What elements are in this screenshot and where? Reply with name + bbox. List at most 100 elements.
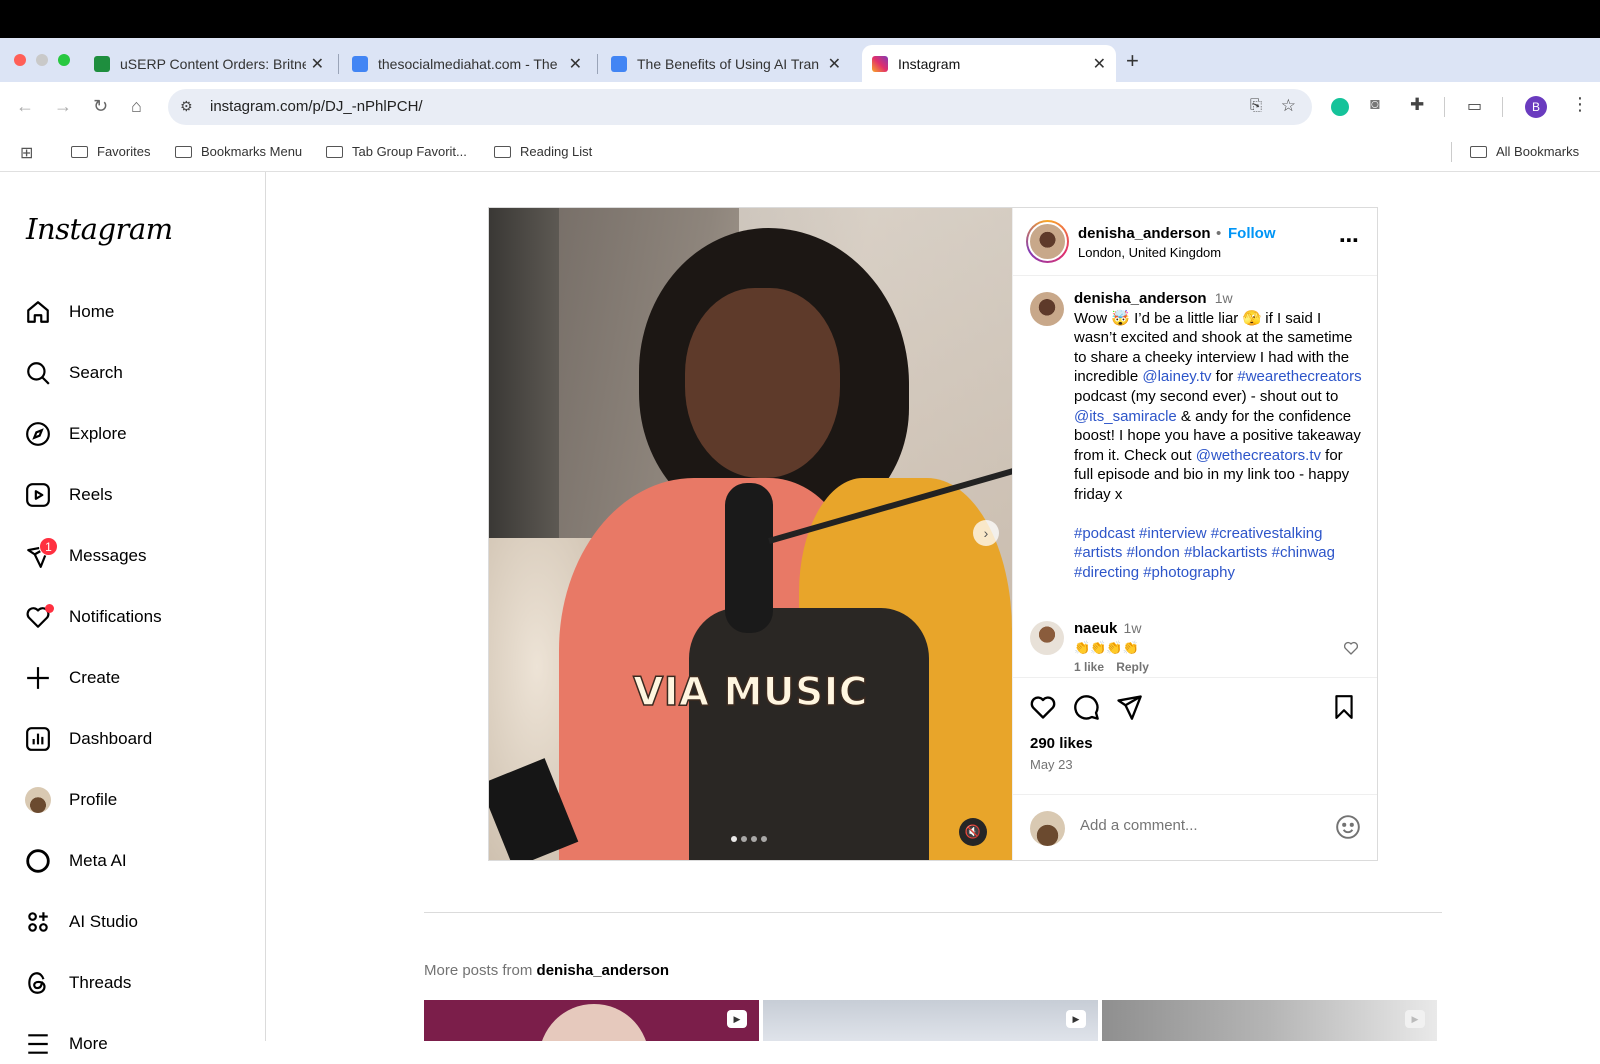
grammarly-icon[interactable] bbox=[1331, 98, 1349, 116]
post-date[interactable]: May 23 bbox=[1030, 757, 1073, 772]
reload-icon[interactable]: ↻ bbox=[93, 96, 108, 117]
mute-icon[interactable]: 🔇 bbox=[959, 818, 987, 846]
chart-icon bbox=[24, 725, 52, 753]
install-app-icon[interactable]: ⎘ bbox=[1250, 97, 1262, 114]
hashtag-link[interactable]: #wearethecreators bbox=[1237, 368, 1361, 385]
nav-threads[interactable]: Threads bbox=[24, 963, 131, 1003]
more-post-thumbnail[interactable]: ▶ bbox=[763, 1000, 1098, 1041]
bookmark-reading-list[interactable]: Reading List bbox=[494, 144, 592, 159]
more-options-icon[interactable]: ⋯ bbox=[1339, 228, 1360, 253]
bookmarks-bar: ⊞ Favorites Bookmarks Menu Tab Group Fav… bbox=[0, 132, 1600, 172]
tab-search-icon[interactable]: ▭ bbox=[1467, 96, 1482, 116]
share-icon[interactable] bbox=[1115, 693, 1143, 726]
caption-hashtags[interactable]: #podcast #interview #creativestalking #a… bbox=[1074, 524, 1362, 583]
plus-icon bbox=[24, 664, 52, 692]
camera-extension-icon[interactable]: ◙ bbox=[1370, 96, 1380, 114]
menu-icon bbox=[24, 1030, 52, 1058]
bookmark-label: Tab Group Favorit... bbox=[352, 144, 467, 159]
site-settings-icon[interactable]: ⚙ bbox=[180, 98, 193, 115]
new-tab-button[interactable]: + bbox=[1126, 48, 1139, 74]
post-actions: 290 likes May 23 bbox=[1013, 677, 1377, 787]
comment-like-icon[interactable] bbox=[1343, 640, 1359, 661]
nav-notifications[interactable]: Notifications bbox=[24, 597, 162, 637]
comment-username[interactable]: naeuk bbox=[1074, 620, 1117, 637]
nav-label: Explore bbox=[69, 424, 127, 443]
more-posts-username[interactable]: denisha_anderson bbox=[537, 962, 670, 979]
home-icon[interactable]: ⌂ bbox=[131, 96, 142, 117]
nav-search[interactable]: Search bbox=[24, 353, 123, 393]
more-posts-heading: More posts from denisha_anderson bbox=[424, 962, 669, 979]
comment-text: 👏👏👏👏 bbox=[1074, 640, 1139, 655]
forward-icon[interactable]: → bbox=[54, 96, 72, 117]
comment-reply[interactable]: Reply bbox=[1116, 660, 1149, 674]
nav-ai-studio[interactable]: AI Studio bbox=[24, 902, 138, 942]
bookmark-bookmarks-menu[interactable]: Bookmarks Menu bbox=[175, 144, 302, 159]
browser-tab-instagram[interactable]: Instagram ✕ bbox=[862, 45, 1116, 82]
post-video[interactable]: VIA MUSIC › 🔇 bbox=[489, 208, 1012, 860]
nav-create[interactable]: Create bbox=[24, 658, 120, 698]
caption-block: denisha_anderson 1w Wow 🤯 I’d be a littl… bbox=[1074, 289, 1362, 582]
browser-menu-icon[interactable]: ⋮ bbox=[1571, 94, 1589, 115]
comment-icon[interactable] bbox=[1072, 693, 1100, 726]
zoom-window-button[interactable] bbox=[58, 54, 70, 66]
url-text[interactable]: instagram.com/p/DJ_-nPhlPCH/ bbox=[210, 98, 423, 115]
caption-avatar[interactable] bbox=[1030, 292, 1064, 326]
nav-reels[interactable]: Reels bbox=[24, 475, 112, 515]
bookmark-tab-group[interactable]: Tab Group Favorit... bbox=[326, 144, 467, 159]
close-tab-icon[interactable]: ✕ bbox=[828, 54, 841, 74]
more-post-thumbnail[interactable]: ▶ bbox=[424, 1000, 759, 1041]
tab-title: The Benefits of Using AI Tran bbox=[637, 55, 820, 72]
like-icon[interactable] bbox=[1029, 693, 1057, 726]
author-username[interactable]: denisha_anderson bbox=[1078, 225, 1211, 242]
nav-profile[interactable]: Profile bbox=[24, 780, 117, 820]
caption-username[interactable]: denisha_anderson bbox=[1074, 290, 1207, 307]
comment-input[interactable] bbox=[1080, 817, 1310, 834]
follow-button[interactable]: Follow bbox=[1228, 225, 1276, 242]
home-icon bbox=[24, 298, 52, 326]
tab-strip: uSERP Content Orders: Britney ✕ thesocia… bbox=[0, 38, 1600, 82]
address-bar[interactable]: ⚙ instagram.com/p/DJ_-nPhlPCH/ ⎘ ☆ bbox=[168, 89, 1312, 125]
mention-link[interactable]: @wethecreators.tv bbox=[1196, 447, 1321, 464]
close-window-button[interactable] bbox=[14, 54, 26, 66]
close-tab-icon[interactable]: ✕ bbox=[569, 54, 582, 74]
save-icon[interactable] bbox=[1331, 693, 1357, 726]
threads-icon bbox=[24, 969, 52, 997]
nav-dashboard[interactable]: Dashboard bbox=[24, 719, 152, 759]
nav-messages[interactable]: 1 Messages bbox=[24, 536, 146, 576]
more-post-thumbnail[interactable]: ▶ bbox=[1102, 1000, 1437, 1041]
bookmark-label: Reading List bbox=[520, 144, 593, 159]
meta-ai-icon bbox=[24, 847, 52, 875]
close-tab-icon[interactable]: ✕ bbox=[1093, 54, 1106, 74]
browser-tab-1[interactable]: uSERP Content Orders: Britney ✕ bbox=[84, 45, 334, 82]
nav-label: Create bbox=[69, 668, 121, 687]
bookmark-star-icon[interactable]: ☆ bbox=[1281, 96, 1296, 116]
browser-tab-3[interactable]: The Benefits of Using AI Tran ✕ bbox=[601, 45, 851, 82]
messenger-icon: 1 bbox=[24, 537, 58, 570]
tab-title: uSERP Content Orders: Britney bbox=[120, 55, 306, 72]
emoji-icon[interactable] bbox=[1335, 814, 1361, 845]
apps-grid-icon[interactable]: ⊞ bbox=[20, 143, 33, 163]
nav-label: Reels bbox=[69, 485, 113, 504]
mention-link[interactable]: @its_samiracle bbox=[1074, 408, 1177, 425]
nav-meta-ai[interactable]: Meta AI bbox=[24, 841, 127, 881]
instagram-logo[interactable]: Instagram bbox=[26, 212, 173, 246]
minimize-window-button[interactable] bbox=[36, 54, 48, 66]
back-icon[interactable]: ← bbox=[16, 96, 34, 117]
toolbar-separator bbox=[1444, 97, 1445, 117]
bookmark-favorites[interactable]: Favorites bbox=[71, 144, 150, 159]
nav-more[interactable]: More bbox=[24, 1024, 108, 1064]
nav-explore[interactable]: Explore bbox=[24, 414, 127, 454]
browser-tab-2[interactable]: thesocialmediahat.com - The ✕ bbox=[342, 45, 592, 82]
post-location[interactable]: London, United Kingdom bbox=[1078, 245, 1221, 260]
all-bookmarks-button[interactable]: All Bookmarks bbox=[1470, 144, 1579, 159]
commenter-avatar[interactable] bbox=[1030, 621, 1064, 655]
next-media-button[interactable]: › bbox=[973, 520, 999, 546]
comment-likes[interactable]: 1 like bbox=[1074, 660, 1104, 674]
close-tab-icon[interactable]: ✕ bbox=[311, 54, 324, 74]
like-count[interactable]: 290 likes bbox=[1030, 735, 1093, 752]
extensions-icon[interactable]: ✚ bbox=[1410, 95, 1424, 115]
mention-link[interactable]: @lainey.tv bbox=[1142, 368, 1211, 385]
profile-avatar-button[interactable]: B bbox=[1525, 96, 1547, 118]
author-avatar[interactable] bbox=[1026, 220, 1069, 263]
nav-home[interactable]: Home bbox=[24, 292, 114, 332]
